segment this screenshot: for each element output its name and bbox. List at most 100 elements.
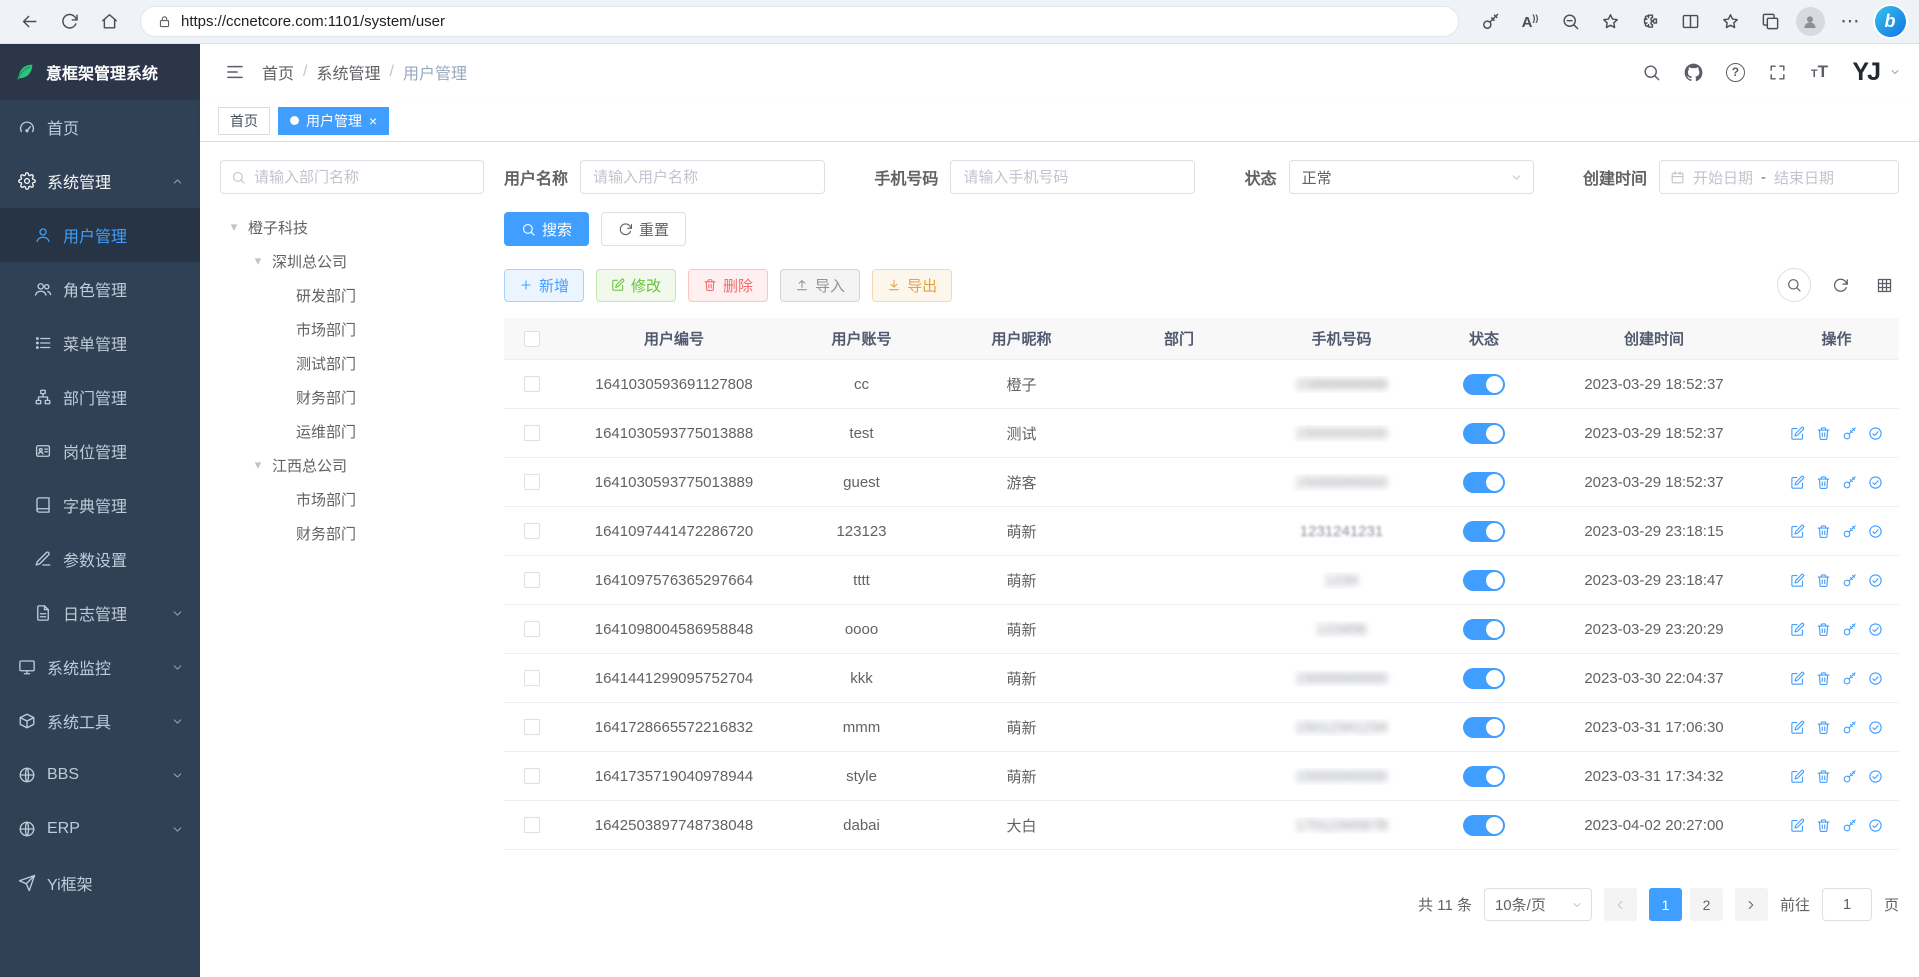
app-logo[interactable]: 意框架管理系统 bbox=[0, 44, 200, 100]
row-edit-icon[interactable] bbox=[1786, 568, 1810, 592]
row-assign-role-icon[interactable] bbox=[1864, 666, 1888, 690]
phone-input[interactable] bbox=[950, 160, 1195, 194]
row-checkbox[interactable] bbox=[524, 425, 540, 441]
extensions-button[interactable] bbox=[1633, 5, 1667, 39]
status-select[interactable]: 正常 bbox=[1289, 160, 1534, 194]
row-assign-role-icon[interactable] bbox=[1864, 764, 1888, 788]
row-reset-password-icon[interactable] bbox=[1838, 813, 1862, 837]
status-toggle[interactable] bbox=[1463, 717, 1505, 738]
browser-back-button[interactable] bbox=[12, 5, 46, 39]
status-toggle[interactable] bbox=[1463, 521, 1505, 542]
export-button[interactable]: 导出 bbox=[872, 269, 952, 302]
next-page-button[interactable] bbox=[1735, 888, 1768, 921]
row-checkbox[interactable] bbox=[524, 621, 540, 637]
dept-search-input[interactable] bbox=[254, 169, 473, 186]
username-input[interactable] bbox=[580, 160, 825, 194]
sidebar-item-dept[interactable]: 部门管理 bbox=[0, 370, 200, 424]
browser-key-button[interactable] bbox=[1473, 5, 1507, 39]
favorites-button[interactable] bbox=[1713, 5, 1747, 39]
close-tab-icon[interactable]: × bbox=[369, 114, 377, 128]
row-delete-icon[interactable] bbox=[1812, 617, 1836, 641]
tree-node[interactable]: ▾橙子科技 bbox=[220, 210, 484, 244]
status-toggle[interactable] bbox=[1463, 766, 1505, 787]
row-reset-password-icon[interactable] bbox=[1838, 568, 1862, 592]
chevron-down-icon[interactable] bbox=[1889, 66, 1901, 78]
row-assign-role-icon[interactable] bbox=[1864, 568, 1888, 592]
row-delete-icon[interactable] bbox=[1812, 764, 1836, 788]
search-button[interactable]: 搜索 bbox=[504, 212, 589, 246]
row-assign-role-icon[interactable] bbox=[1864, 470, 1888, 494]
browser-menu-button[interactable]: ⋯ bbox=[1833, 5, 1867, 39]
sidebar-item-dict[interactable]: 字典管理 bbox=[0, 478, 200, 532]
row-checkbox[interactable] bbox=[524, 572, 540, 588]
status-toggle[interactable] bbox=[1463, 570, 1505, 591]
row-assign-role-icon[interactable] bbox=[1864, 617, 1888, 641]
status-toggle[interactable] bbox=[1463, 815, 1505, 836]
sidebar-item-role[interactable]: 角色管理 bbox=[0, 262, 200, 316]
row-checkbox[interactable] bbox=[524, 817, 540, 833]
breadcrumb-system[interactable]: 系统管理 bbox=[316, 60, 380, 84]
row-edit-icon[interactable] bbox=[1786, 715, 1810, 739]
row-reset-password-icon[interactable] bbox=[1838, 519, 1862, 543]
breadcrumb-home[interactable]: 首页 bbox=[262, 60, 294, 84]
row-delete-icon[interactable] bbox=[1812, 519, 1836, 543]
tab-home[interactable]: 首页 bbox=[218, 107, 270, 135]
row-edit-icon[interactable] bbox=[1786, 519, 1810, 543]
page-size-select[interactable]: 10条/页 bbox=[1484, 888, 1592, 921]
tree-node[interactable]: 财务部门 bbox=[220, 380, 484, 414]
collections-button[interactable] bbox=[1753, 5, 1787, 39]
help-button[interactable]: ? bbox=[1718, 55, 1752, 89]
browser-refresh-button[interactable] bbox=[52, 5, 86, 39]
sidebar-item-yi[interactable]: Yi框架 bbox=[0, 856, 200, 910]
add-button[interactable]: 新增 bbox=[504, 269, 584, 302]
header-search-button[interactable] bbox=[1634, 55, 1668, 89]
sidebar-item-monitor[interactable]: 系统监控 bbox=[0, 640, 200, 694]
browser-zoom-button[interactable] bbox=[1553, 5, 1587, 39]
row-delete-icon[interactable] bbox=[1812, 470, 1836, 494]
row-edit-icon[interactable] bbox=[1786, 617, 1810, 641]
row-reset-password-icon[interactable] bbox=[1838, 470, 1862, 494]
caret-down-icon[interactable]: ▾ bbox=[250, 457, 266, 473]
show-search-toggle-button[interactable] bbox=[1777, 268, 1811, 302]
reset-button[interactable]: 重置 bbox=[601, 212, 686, 246]
read-aloud-button[interactable]: A)) bbox=[1513, 5, 1547, 39]
row-checkbox[interactable] bbox=[524, 474, 540, 490]
row-checkbox[interactable] bbox=[524, 523, 540, 539]
row-reset-password-icon[interactable] bbox=[1838, 715, 1862, 739]
tree-node[interactable]: ▾江西总公司 bbox=[220, 448, 484, 482]
bing-button[interactable]: b bbox=[1873, 5, 1907, 39]
status-toggle[interactable] bbox=[1463, 472, 1505, 493]
sidebar-item-bbs[interactable]: BBS bbox=[0, 748, 200, 802]
row-assign-role-icon[interactable] bbox=[1864, 519, 1888, 543]
font-size-button[interactable]: TT bbox=[1802, 55, 1836, 89]
sidebar-item-user[interactable]: 用户管理 bbox=[0, 208, 200, 262]
column-settings-button[interactable] bbox=[1869, 270, 1899, 300]
page-button-1[interactable]: 1 bbox=[1649, 888, 1682, 921]
tree-node[interactable]: 运维部门 bbox=[220, 414, 484, 448]
user-avatar[interactable]: YJ bbox=[1852, 58, 1879, 87]
split-screen-button[interactable] bbox=[1673, 5, 1707, 39]
row-reset-password-icon[interactable] bbox=[1838, 764, 1862, 788]
browser-home-button[interactable] bbox=[92, 5, 126, 39]
row-checkbox[interactable] bbox=[524, 768, 540, 784]
sidebar-item-home[interactable]: 首页 bbox=[0, 100, 200, 154]
row-delete-icon[interactable] bbox=[1812, 421, 1836, 445]
row-reset-password-icon[interactable] bbox=[1838, 666, 1862, 690]
row-edit-icon[interactable] bbox=[1786, 813, 1810, 837]
import-button[interactable]: 导入 bbox=[780, 269, 860, 302]
row-checkbox[interactable] bbox=[524, 670, 540, 686]
browser-profile-button[interactable] bbox=[1793, 5, 1827, 39]
sidebar-item-erp[interactable]: ERP bbox=[0, 802, 200, 856]
row-delete-icon[interactable] bbox=[1812, 666, 1836, 690]
select-all-checkbox[interactable] bbox=[524, 331, 540, 347]
row-reset-password-icon[interactable] bbox=[1838, 421, 1862, 445]
sidebar-item-menu[interactable]: 菜单管理 bbox=[0, 316, 200, 370]
date-range-picker[interactable]: 开始日期 - 结束日期 bbox=[1659, 160, 1899, 194]
caret-down-icon[interactable]: ▾ bbox=[226, 219, 242, 235]
sidebar-item-system[interactable]: 系统管理 bbox=[0, 154, 200, 208]
tree-node[interactable]: ▾深圳总公司 bbox=[220, 244, 484, 278]
row-edit-icon[interactable] bbox=[1786, 764, 1810, 788]
row-edit-icon[interactable] bbox=[1786, 421, 1810, 445]
status-toggle[interactable] bbox=[1463, 619, 1505, 640]
row-assign-role-icon[interactable] bbox=[1864, 715, 1888, 739]
